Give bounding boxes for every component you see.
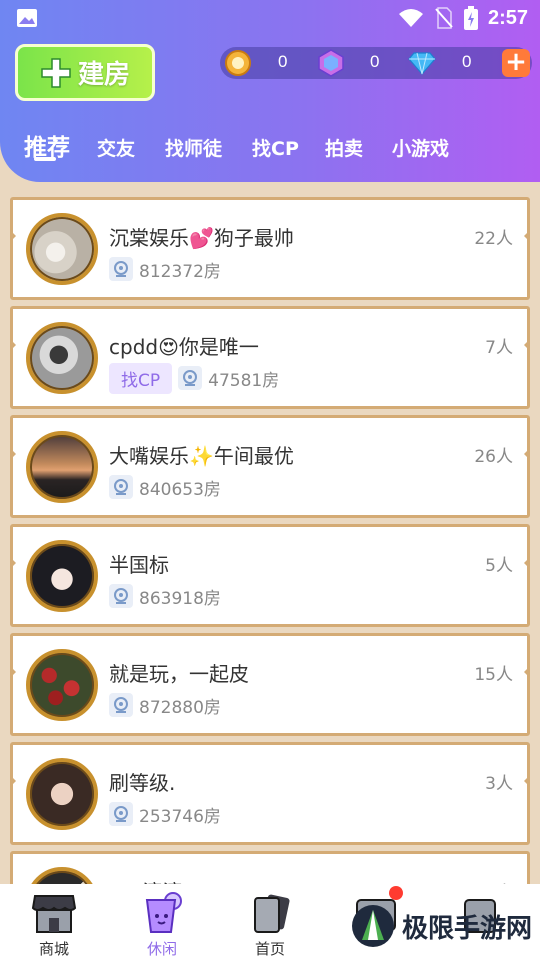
room-card[interactable]: 就是玩，一起皮 15人 872880房 (10, 633, 530, 736)
room-meta: 找CP 47581房 (109, 362, 280, 394)
tab-find-cp[interactable]: 找CP (252, 134, 299, 161)
cards-icon (247, 892, 293, 934)
room-avatar (26, 758, 98, 830)
room-member-count: 26人 (474, 447, 513, 467)
no-sim-icon (435, 7, 453, 29)
room-member-count: 5人 (485, 556, 513, 576)
image-notification-icon (17, 9, 37, 27)
room-id-icon (109, 693, 133, 717)
room-title: cpdd😍你是唯一 (109, 335, 259, 359)
coin-value: 0 (278, 52, 288, 71)
wifi-icon (398, 9, 423, 27)
nav-leisure-label: 休闲 (146, 940, 177, 958)
room-id-icon (178, 366, 203, 390)
room-id: 863918房 (139, 588, 221, 609)
battery-icon (463, 6, 478, 30)
room-meta: 872880房 (109, 690, 221, 720)
clock: 2:57 (487, 6, 528, 29)
room-id: 872880房 (139, 697, 221, 718)
recharge-button[interactable]: + (502, 49, 530, 77)
room-meta: 253746房 (109, 799, 221, 829)
tab-friends[interactable]: 交友 (97, 134, 135, 161)
plus-icon (41, 57, 71, 88)
room-title: 刷等级. (109, 771, 176, 795)
nav-home-label: 首页 (254, 940, 285, 958)
room-id-icon (109, 257, 133, 281)
room-avatar (26, 431, 98, 503)
build-room-button[interactable]: 建房 (15, 44, 155, 101)
room-id-icon (109, 584, 133, 608)
nav-shop[interactable]: 商城 (14, 892, 94, 959)
room-member-count: 22人 (474, 229, 513, 249)
room-id-icon (109, 475, 133, 499)
diamond-balance[interactable] (408, 47, 436, 79)
room-id-icon (109, 802, 133, 826)
shop-icon (31, 892, 77, 934)
room-card[interactable]: 半国标 5人 863918房 (10, 524, 530, 627)
watermark-text: 极限手游网 (402, 913, 533, 944)
room-card[interactable]: 刷等级. 3人 253746房 (10, 742, 530, 845)
room-card[interactable]: 沉棠娱乐💕狗子最帅 22人 812372房 (10, 197, 530, 300)
room-title: 沉棠娱乐💕狗子最帅 (109, 226, 294, 250)
gem-value: 0 (370, 52, 380, 71)
room-tag: 找CP (109, 362, 173, 394)
room-avatar (26, 322, 98, 394)
room-card[interactable]: cpdd😍你是唯一 7人 找CP 47581房 (10, 306, 530, 409)
room-id: 812372房 (139, 261, 221, 282)
nav-shop-label: 商城 (38, 940, 69, 958)
room-title: 就是玩，一起皮 (109, 662, 249, 686)
coin-icon (225, 50, 251, 76)
room-member-count: 7人 (485, 338, 513, 358)
mountain-logo-icon (352, 905, 394, 947)
diamond-value: 0 (462, 52, 472, 71)
status-bar: 2:57 (0, 0, 540, 36)
currency-bar: 0 0 0 + (220, 47, 532, 79)
build-room-label: 建房 (77, 60, 130, 90)
active-tab-indicator (34, 157, 56, 161)
room-meta: 863918房 (109, 581, 221, 611)
watermark-logo: 极限手游网 (350, 904, 532, 948)
room-avatar (26, 540, 98, 612)
room-id: 840653房 (139, 479, 221, 500)
room-meta: 812372房 (109, 254, 221, 284)
room-title: 大嘴娱乐✨午间最优 (109, 444, 294, 468)
room-title: 半国标 (109, 553, 169, 577)
tab-mentor[interactable]: 找师徒 (165, 134, 222, 161)
drink-icon (139, 892, 185, 934)
coin-balance[interactable] (224, 47, 252, 79)
nav-leisure[interactable]: 休闲 (122, 892, 202, 959)
room-card[interactable]: 大嘴娱乐✨午间最优 26人 840653房 (10, 415, 530, 518)
room-member-count: 15人 (474, 665, 513, 685)
room-avatar (26, 213, 98, 285)
gem-icon (318, 49, 344, 77)
notification-dot (389, 886, 403, 900)
tab-auction[interactable]: 拍卖 (325, 134, 363, 161)
room-avatar (26, 649, 98, 721)
room-meta: 840653房 (109, 472, 221, 502)
tab-minigames[interactable]: 小游戏 (392, 134, 449, 161)
gem-balance[interactable] (318, 47, 344, 79)
room-member-count: 3人 (485, 774, 513, 794)
room-id: 253746房 (139, 806, 221, 827)
diamond-icon (408, 52, 436, 75)
room-id: 47581房 (208, 370, 280, 391)
nav-home[interactable]: 首页 (230, 892, 310, 959)
